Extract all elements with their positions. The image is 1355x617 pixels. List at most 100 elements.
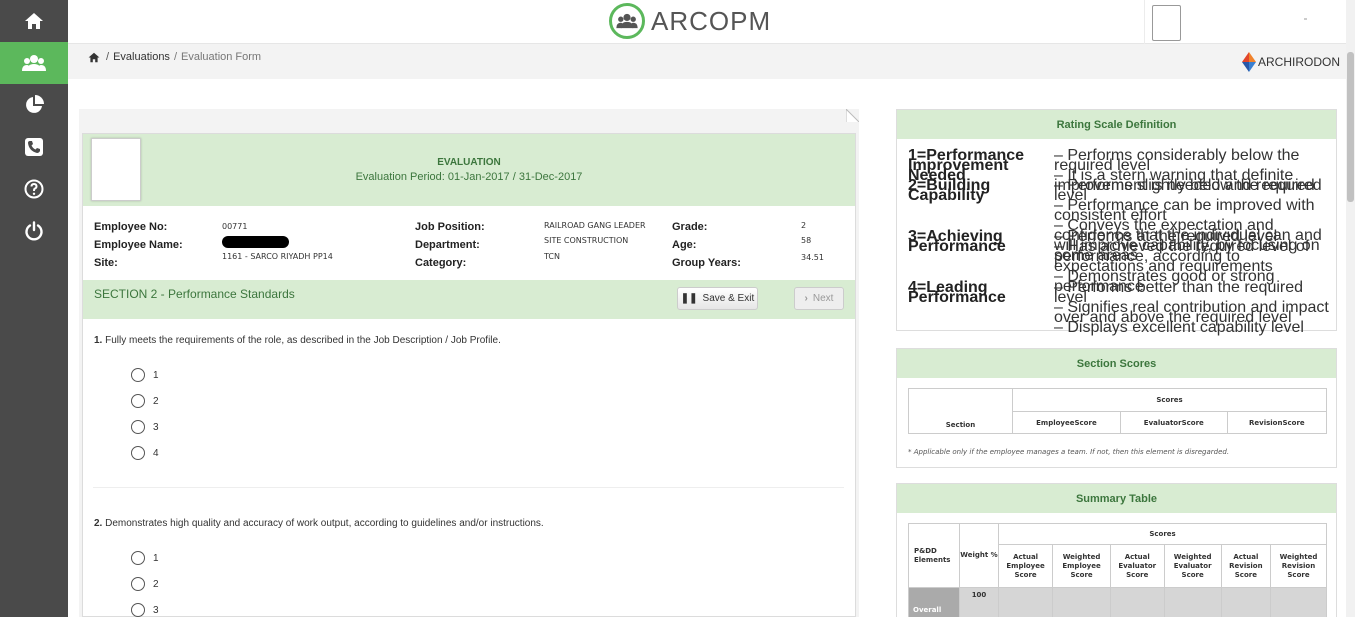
rating-label-2: 2=Building Capability <box>908 177 991 204</box>
option-label: 2 <box>153 578 159 590</box>
radio-button[interactable] <box>131 603 145 617</box>
evaluation-period: Evaluation Period: 01-Jan-2017 / 31-Dec-… <box>355 171 583 183</box>
question-1: 1. Fully meets the requirements of the r… <box>94 335 501 346</box>
q2-option-3[interactable]: 3 <box>131 603 159 617</box>
question-2: 2. Demonstrates high quality and accurac… <box>94 518 544 529</box>
q1-option-2[interactable]: 2 <box>131 394 159 408</box>
actual-employee-score-header: Actual Employee Score <box>997 544 1054 588</box>
breadcrumb: / Evaluations / Evaluation Form <box>88 51 261 63</box>
q2-option-2[interactable]: 2 <box>131 577 159 591</box>
phone-icon <box>25 138 43 156</box>
help-icon <box>24 179 44 199</box>
summary-cell <box>1052 587 1111 617</box>
sidebar <box>0 0 68 617</box>
overall-row-label: Overall <box>908 587 960 617</box>
summary-cell <box>1270 587 1327 617</box>
sidebar-item-evaluations[interactable] <box>0 42 68 84</box>
pdd-elements-header: P&DD Elements <box>908 523 960 588</box>
summary-cell <box>1220 587 1272 617</box>
scrollbar-thumb[interactable] <box>1347 52 1354 202</box>
home-icon[interactable] <box>88 52 100 63</box>
section-scores-title: Section Scores <box>897 349 1336 378</box>
question-number: 2. <box>94 518 103 529</box>
radio-button[interactable] <box>131 446 145 460</box>
employee-name-redacted <box>222 236 289 248</box>
rating-scale-panel: Rating Scale Definition 1=Performance Im… <box>896 109 1337 336</box>
site-value: 1161 - SARCO RIYADH PP14 <box>222 252 333 261</box>
q1-option-3[interactable]: 3 <box>131 420 159 434</box>
scores-header: Scores <box>998 523 1327 545</box>
summary-table-panel: Summary Table P&DD Elements Weight % Sco… <box>896 483 1337 617</box>
rating-desc-line: – Displays excellent capability level <box>1054 319 1304 336</box>
collapse-corner-icon[interactable] <box>846 109 859 122</box>
actual-evaluator-score-header: Actual Evaluator Score <box>1109 544 1165 588</box>
logo-users-icon <box>609 3 645 39</box>
breadcrumb-evaluations[interactable]: Evaluations <box>113 51 170 63</box>
age-value: 58 <box>801 236 812 245</box>
weight-header: Weight % <box>959 523 999 588</box>
option-label: 1 <box>153 369 159 381</box>
radio-button[interactable] <box>131 420 145 434</box>
section-title: SECTION 2 - Performance Standards <box>94 287 295 301</box>
q1-option-1[interactable]: 1 <box>131 368 159 382</box>
rating-label-4: 4=Leading Performance <box>908 279 1006 306</box>
employee-score-header: EmployeeScore <box>1012 411 1121 434</box>
group-years-value: 34.51 <box>801 253 824 262</box>
evaluation-title: EVALUATION <box>437 157 501 168</box>
breadcrumb-separator: / <box>106 51 110 63</box>
user-menu-caret <box>1304 18 1307 20</box>
sidebar-item-logout[interactable] <box>0 210 68 252</box>
summary-table-title: Summary Table <box>897 484 1336 513</box>
job-position-value: RAILROAD GANG LEADER <box>544 221 646 230</box>
employee-photo <box>91 138 141 201</box>
employee-no-value: 00771 <box>222 222 248 231</box>
section-column-header: Section <box>908 388 1013 434</box>
employee-name-label: Employee Name: <box>94 239 183 251</box>
q2-option-1[interactable]: 1 <box>131 551 159 565</box>
evaluator-score-header: EvaluatorScore <box>1119 411 1228 434</box>
option-label: 3 <box>153 604 159 616</box>
avatar[interactable] <box>1152 5 1181 41</box>
radio-button[interactable] <box>131 577 145 591</box>
category-label: Category: <box>415 257 467 269</box>
rating-scale-title: Rating Scale Definition <box>897 110 1336 139</box>
pause-icon: ❚❚ <box>680 293 698 304</box>
pie-chart-icon <box>26 95 44 113</box>
sidebar-item-home[interactable] <box>0 0 68 42</box>
home-icon <box>25 13 43 29</box>
overall-weight: 100 <box>959 587 999 617</box>
revision-score-header: RevisionScore <box>1226 411 1328 434</box>
app-logo[interactable]: ARCOPM <box>609 3 771 39</box>
grade-label: Grade: <box>672 221 708 233</box>
option-label: 2 <box>153 395 159 407</box>
question-text: Demonstrates high quality and accuracy o… <box>105 518 544 529</box>
weighted-employee-score-header: Weighted Employee Score <box>1052 544 1111 588</box>
next-button[interactable]: › Next <box>794 287 844 310</box>
scores-header: Scores <box>1012 388 1327 412</box>
sidebar-item-help[interactable] <box>0 168 68 210</box>
rating-desc-4: – Performs better than the required leve… <box>1054 280 1329 336</box>
group-years-label: Group Years: <box>672 257 741 269</box>
job-position-label: Job Position: <box>415 221 485 233</box>
employee-no-label: Employee No: <box>94 221 168 233</box>
evaluation-header: EVALUATION Evaluation Period: 01-Jan-201… <box>83 134 855 206</box>
radio-button[interactable] <box>131 394 145 408</box>
radio-button[interactable] <box>131 368 145 382</box>
sidebar-item-reports[interactable] <box>0 84 68 126</box>
breadcrumb-bar: / Evaluations / Evaluation Form ARCHIROD… <box>68 44 1346 79</box>
summary-cell <box>1163 587 1222 617</box>
summary-cell <box>1109 587 1165 617</box>
logo-text: ARCOPM <box>651 5 772 36</box>
sidebar-item-contact[interactable] <box>0 126 68 168</box>
age-label: Age: <box>672 239 697 251</box>
weighted-revision-score-header: Weighted Revision Score <box>1270 544 1327 588</box>
archirodon-logo-icon <box>1242 52 1256 72</box>
users-icon <box>22 55 46 71</box>
option-label: 4 <box>153 447 159 459</box>
save-exit-button[interactable]: ❚❚ Save & Exit <box>677 287 758 310</box>
question-text: Fully meets the requirements of the role… <box>105 335 501 346</box>
user-menu[interactable] <box>1144 0 1355 44</box>
category-value: TCN <box>544 252 560 261</box>
radio-button[interactable] <box>131 551 145 565</box>
q1-option-4[interactable]: 4 <box>131 446 159 460</box>
